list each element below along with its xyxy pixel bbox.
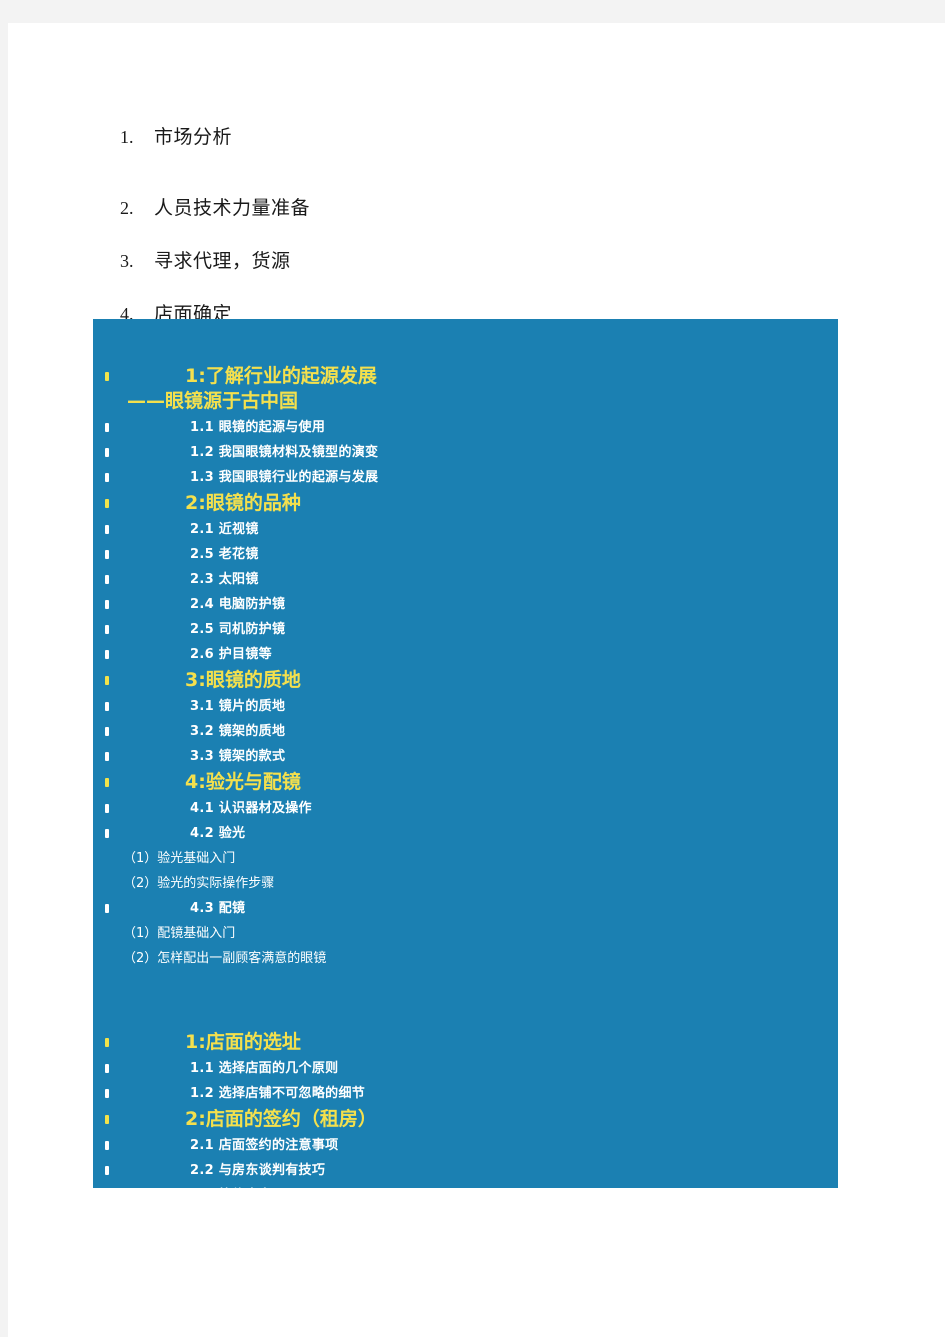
row-label: 3:眼镜的质地	[185, 669, 301, 691]
panel-sub-row: 2.3 太阳镜	[93, 567, 838, 592]
panel-sub-row: 2.4 电脑防护镜	[93, 592, 838, 617]
panel-sub-row: 2.5 老花镜	[93, 542, 838, 567]
panel-section-one: 1:了解行业的起源发展 ——眼镜源于古中国 1.1 眼镜的起源与使用 1.2 我国眼镜…	[93, 363, 838, 971]
panel-sub-row: 2.1 店面签约的注意事项	[93, 1133, 838, 1158]
panel-sub-row: 1.3 我国眼镜行业的起源与发展	[93, 465, 838, 490]
row-label: 1.3 我国眼镜行业的起源与发展	[190, 470, 379, 485]
row-label: 3.2 镜架的质地	[190, 724, 286, 739]
panel-sub-row: 3.1 镜片的质地	[93, 694, 838, 719]
row-label: （2）怎样配出一副顾客满意的眼镜	[123, 951, 327, 966]
row-label: 2.2 与房东谈判有技巧	[190, 1163, 326, 1178]
row-label: 2:店面的签约（租房）	[185, 1108, 377, 1130]
panel-heading-row: 2:店面的签约（租房）	[93, 1106, 838, 1133]
panel-paren-row: （2）验光的实际操作步骤	[93, 871, 838, 896]
document-page: 1. 市场分析 2. 人员技术力量准备 3. 寻求代理，货源 4. 店面确定 1:了解行业的起…	[8, 23, 945, 1337]
panel-top-spacer	[93, 319, 838, 363]
row-label: 2.4 电脑防护镜	[190, 597, 286, 612]
panel-sub-row: 3.3 镜架的款式	[93, 744, 838, 769]
panel-section-two: 1:店面的选址 1.1 选择店面的几个原则 1.2 选择店铺不可忽略的细节 2:店面的…	[93, 1029, 838, 1188]
panel-sub-row: 1.1 眼镜的起源与使用	[93, 415, 838, 440]
panel-heading-row: 2:眼镜的品种	[93, 490, 838, 517]
panel-sub-row: 4.2 验光	[93, 821, 838, 846]
row-label: 1:了解行业的起源发展	[185, 365, 377, 387]
panel-paren-row: （1）验光基础入门	[93, 846, 838, 871]
panel-sub-row: 4.1 认识器材及操作	[93, 796, 838, 821]
blue-content-panel: 1:了解行业的起源发展 ——眼镜源于古中国 1.1 眼镜的起源与使用 1.2 我国眼镜…	[93, 319, 838, 1188]
outline-item: 2. 人员技术力量准备	[120, 196, 820, 221]
row-label: 4.2 验光	[190, 826, 246, 841]
row-label: （2）验光的实际操作步骤	[123, 876, 275, 891]
panel-heading-row: 3:眼镜的质地	[93, 667, 838, 694]
row-label: 2.1 店面签约的注意事项	[190, 1138, 339, 1153]
row-continuation-label: ——眼镜源于古中国	[127, 390, 299, 412]
row-label: 4.1 认识器材及操作	[190, 801, 312, 816]
panel-sub-row: 1.2 选择店铺不可忽略的细节	[93, 1081, 838, 1106]
row-label: 4:验光与配镜	[185, 771, 301, 793]
row-label: 2.3 太阳镜	[190, 572, 259, 587]
outline-item-number: 1.	[120, 127, 134, 147]
row-label: 4.3 配镜	[190, 901, 246, 916]
panel-sub-row: 2.1 近视镜	[93, 517, 838, 542]
outline-item-label: 市场分析	[154, 126, 233, 148]
row-label: 3.3 镜架的款式	[190, 749, 286, 764]
panel-heading-row: 1:了解行业的起源发展 ——眼镜源于古中国	[93, 363, 838, 415]
panel-paren-row: （2）怎样配出一副顾客满意的眼镜	[93, 946, 838, 971]
panel-sub-row: 2.6 护目镜等	[93, 642, 838, 667]
panel-heading-row: 1:店面的选址	[93, 1029, 838, 1056]
panel-sub-row: 1.2 我国眼镜材料及镜型的演变	[93, 440, 838, 465]
panel-sub-row: 2.5 司机防护镜	[93, 617, 838, 642]
row-label: （1）验光基础入门	[123, 851, 236, 866]
panel-sub-row: 3.2 镜架的质地	[93, 719, 838, 744]
row-label: 1.1 眼镜的起源与使用	[190, 420, 326, 435]
row-label: 3.1 镜片的质地	[190, 699, 286, 714]
panel-sub-row: 4.3 配镜	[93, 896, 838, 921]
row-label: 1.1 选择店面的几个原则	[190, 1061, 339, 1076]
row-label: 1.2 我国眼镜材料及镜型的演变	[190, 445, 379, 460]
row-label: （1）配镜基础入门	[123, 926, 236, 941]
row-label: 2:眼镜的品种	[185, 492, 301, 514]
outline-item-number: 2.	[120, 198, 134, 218]
panel-heading-row: 4:验光与配镜	[93, 769, 838, 796]
row-label: 1.2 选择店铺不可忽略的细节	[190, 1086, 366, 1101]
panel-paren-row: （1）配镜基础入门	[93, 921, 838, 946]
outline-numbered-list: 1. 市场分析 2. 人员技术力量准备 3. 寻求代理，货源 4. 店面确定	[120, 125, 820, 327]
outline-item-label: 人员技术力量准备	[154, 197, 311, 219]
outline-item: 3. 寻求代理，货源	[120, 249, 820, 274]
row-label: 1:店面的选址	[185, 1031, 301, 1053]
row-label: 2.1 近视镜	[190, 522, 259, 537]
row-label: 2.5 司机防护镜	[190, 622, 286, 637]
row-label: 2.6 护目镜等	[190, 647, 272, 662]
panel-sub-row: 2.2 与房东谈判有技巧	[93, 1158, 838, 1183]
row-label: 2.5 老花镜	[190, 547, 259, 562]
outline-item-number: 3.	[120, 251, 134, 271]
panel-sub-row: 1.1 选择店面的几个原则	[93, 1056, 838, 1081]
panel-sub-row: 2.3 签约内容	[93, 1183, 838, 1188]
outline-item: 1. 市场分析	[120, 125, 820, 150]
panel-section-spacer	[93, 971, 838, 1029]
outline-item-label: 寻求代理，货源	[154, 250, 291, 272]
